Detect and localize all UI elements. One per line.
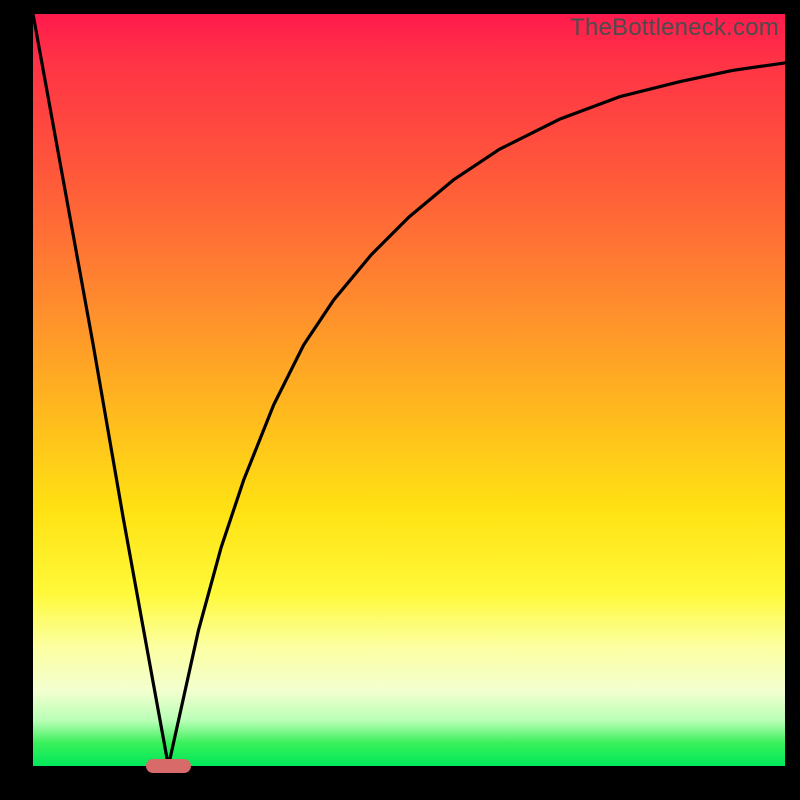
curve-path (33, 14, 785, 766)
optimal-marker (146, 759, 191, 773)
chart-frame: TheBottleneck.com (0, 0, 800, 800)
bottleneck-curve (33, 14, 785, 766)
plot-area: TheBottleneck.com (33, 14, 785, 766)
